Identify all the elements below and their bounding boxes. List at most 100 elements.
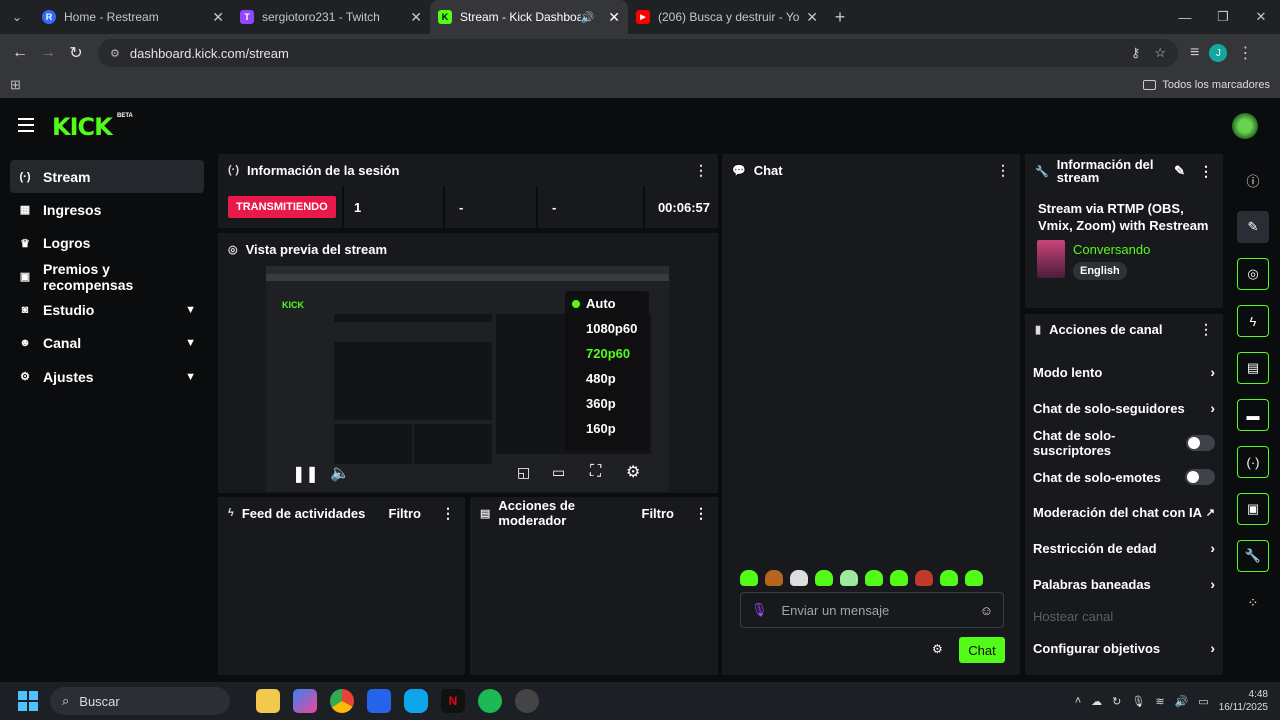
action-modo-lento[interactable]: Modo lento ›	[1025, 354, 1223, 390]
lightning-icon[interactable]: ϟ	[1237, 305, 1269, 337]
emotes-only-toggle[interactable]	[1185, 469, 1215, 485]
netflix-icon[interactable]: N	[441, 689, 465, 713]
sidebar-item-premios[interactable]: ▣ Premios y recompensas	[10, 260, 204, 293]
reload-icon[interactable]: ↻	[62, 39, 90, 67]
emote-icon[interactable]	[890, 570, 908, 586]
bookmark-star-icon[interactable]: ☆	[1154, 45, 1166, 61]
address-bar[interactable]: ⚙ dashboard.kick.com/stream ⚷ ☆	[98, 39, 1178, 67]
user-avatar[interactable]	[1232, 113, 1258, 139]
edit-pencil-icon[interactable]: ✎	[1237, 211, 1269, 243]
copilot-icon[interactable]	[293, 689, 317, 713]
emote-icon[interactable]	[765, 570, 783, 586]
more-options-icon[interactable]: ⋮	[694, 162, 708, 179]
emote-icon[interactable]	[865, 570, 883, 586]
emote-icon[interactable]	[740, 570, 758, 586]
all-bookmarks-button[interactable]: Todos los marcadores	[1143, 79, 1270, 91]
quality-option-480p[interactable]: 480p	[565, 366, 649, 391]
browser-tab-twitch[interactable]: T sergiotoro231 - Twitch ✕	[232, 0, 430, 34]
quality-option-720p60[interactable]: 720p60	[565, 341, 649, 366]
quality-option-160p[interactable]: 160p	[565, 416, 649, 441]
recording-app-icon[interactable]	[515, 689, 539, 713]
subscribers-only-toggle[interactable]	[1186, 435, 1215, 451]
emoji-icon[interactable]: ☺	[980, 603, 993, 618]
settings-gear-icon[interactable]: ⚙	[626, 462, 640, 482]
emote-icon[interactable]	[965, 570, 983, 586]
edit-pencil-icon[interactable]: ✎	[1174, 163, 1185, 179]
close-tab-icon[interactable]: ✕	[608, 9, 620, 26]
close-tab-icon[interactable]: ✕	[806, 9, 818, 26]
browser-tab-kick[interactable]: K Stream - Kick Dashboard 🔊 ✕	[430, 0, 628, 34]
pause-icon[interactable]: ❚❚	[292, 464, 319, 484]
action-configurar-objetivos[interactable]: Configurar objetivos ›	[1025, 630, 1223, 666]
info-icon[interactable]: ⓘ	[1237, 164, 1269, 196]
store-icon[interactable]	[367, 689, 391, 713]
tab-search-icon[interactable]: ⌄	[0, 0, 34, 34]
action-moderacion-ia[interactable]: Moderación del chat con IA ↗	[1025, 494, 1223, 530]
action-restriccion-edad[interactable]: Restricción de edad ›	[1025, 530, 1223, 566]
clip-icon[interactable]: ◎	[1237, 258, 1269, 290]
chrome-icon[interactable]	[330, 689, 354, 713]
chat-settings-gear-icon[interactable]: ⚙	[932, 642, 943, 656]
spotify-icon[interactable]	[478, 689, 502, 713]
apps-grid-icon[interactable]: ⊞	[10, 77, 21, 93]
action-palabras-baneadas[interactable]: Palabras baneadas ›	[1025, 566, 1223, 602]
more-options-icon[interactable]: ⋮	[996, 162, 1010, 179]
more-options-icon[interactable]: ⋮	[1199, 163, 1213, 180]
volume-icon[interactable]: 🔈	[330, 463, 350, 483]
chat-message-input[interactable]: 🎙 Enviar un mensaje ☺	[740, 592, 1004, 628]
theater-mode-icon[interactable]: ▭	[552, 464, 565, 481]
more-options-icon[interactable]: ⋮	[441, 505, 455, 522]
kick-logo[interactable]: KICK	[52, 113, 113, 141]
profile-avatar[interactable]: J	[1209, 44, 1228, 62]
picture-in-picture-icon[interactable]: ◱	[517, 464, 530, 481]
emote-icon[interactable]	[915, 570, 933, 586]
category-link[interactable]: Conversando	[1073, 242, 1150, 257]
taskbar-clock[interactable]: 4:48 16/11/2025	[1219, 688, 1268, 714]
category-thumbnail[interactable]	[1037, 240, 1065, 278]
microphone-icon[interactable]: 🎙	[751, 602, 768, 618]
sync-icon[interactable]: ↻	[1112, 695, 1121, 708]
close-tab-icon[interactable]: ✕	[212, 9, 224, 26]
sidebar-item-ingresos[interactable]: ▦ Ingresos	[10, 193, 204, 226]
new-tab-button[interactable]: +	[826, 7, 854, 28]
microphone-icon[interactable]: 🎙	[1131, 695, 1145, 708]
sidebar-item-stream[interactable]: (·) Stream	[10, 160, 204, 193]
emote-icon[interactable]	[815, 570, 833, 586]
video-camera-icon[interactable]: ▣	[1237, 493, 1269, 525]
video-player[interactable]: KICK Auto 1080p60 720p60 480p 360p 160p …	[266, 266, 669, 491]
filter-button[interactable]: Filtro	[642, 506, 675, 521]
file-explorer-icon[interactable]	[256, 689, 280, 713]
minimize-icon[interactable]: —	[1166, 0, 1204, 34]
forward-icon[interactable]: →	[34, 39, 62, 67]
audio-playing-icon[interactable]: 🔊	[581, 11, 595, 24]
sidebar-item-canal[interactable]: ☻ Canal ▼	[10, 327, 204, 360]
more-options-icon[interactable]: ⋮	[694, 505, 708, 522]
browser-tab-restream[interactable]: R Home - Restream ✕	[34, 0, 232, 34]
chat-bubble-icon[interactable]: ▬	[1237, 399, 1269, 431]
close-tab-icon[interactable]: ✕	[410, 9, 422, 26]
wifi-icon[interactable]: ≋	[1155, 695, 1164, 708]
broadcast-icon[interactable]: (·)	[1237, 446, 1269, 478]
action-solo-seguidores[interactable]: Chat de solo-seguidores ›	[1025, 390, 1223, 426]
quality-option-360p[interactable]: 360p	[565, 391, 649, 416]
taskbar-search[interactable]: ⌕ Buscar	[50, 687, 230, 715]
document-icon[interactable]: ▤	[1237, 352, 1269, 384]
emote-icon[interactable]	[790, 570, 808, 586]
sidebar-item-ajustes[interactable]: ⚙ Ajustes ▼	[10, 360, 204, 393]
onedrive-icon[interactable]	[404, 689, 428, 713]
hamburger-menu-icon[interactable]	[18, 118, 34, 132]
windows-start-icon[interactable]	[18, 691, 38, 711]
browser-menu-icon[interactable]: ⋮	[1237, 43, 1253, 63]
filter-button[interactable]: Filtro	[389, 506, 422, 521]
quality-option-1080p60[interactable]: 1080p60	[565, 316, 649, 341]
sidebar-item-logros[interactable]: ♛ Logros	[10, 227, 204, 260]
battery-icon[interactable]: ▭	[1198, 695, 1208, 708]
layout-dots-icon[interactable]: ⁘	[1237, 587, 1269, 619]
close-window-icon[interactable]: ✕	[1242, 0, 1280, 34]
quality-option-auto[interactable]: Auto	[565, 291, 649, 316]
chat-send-button[interactable]: Chat	[959, 637, 1005, 663]
network-icon[interactable]: ☁	[1091, 695, 1102, 708]
browser-tab-youtube[interactable]: ▶ (206) Busca y destruir - YouTube ✕	[628, 0, 826, 34]
password-key-icon[interactable]: ⚷	[1131, 45, 1141, 61]
site-info-icon[interactable]: ⚙	[110, 47, 120, 60]
